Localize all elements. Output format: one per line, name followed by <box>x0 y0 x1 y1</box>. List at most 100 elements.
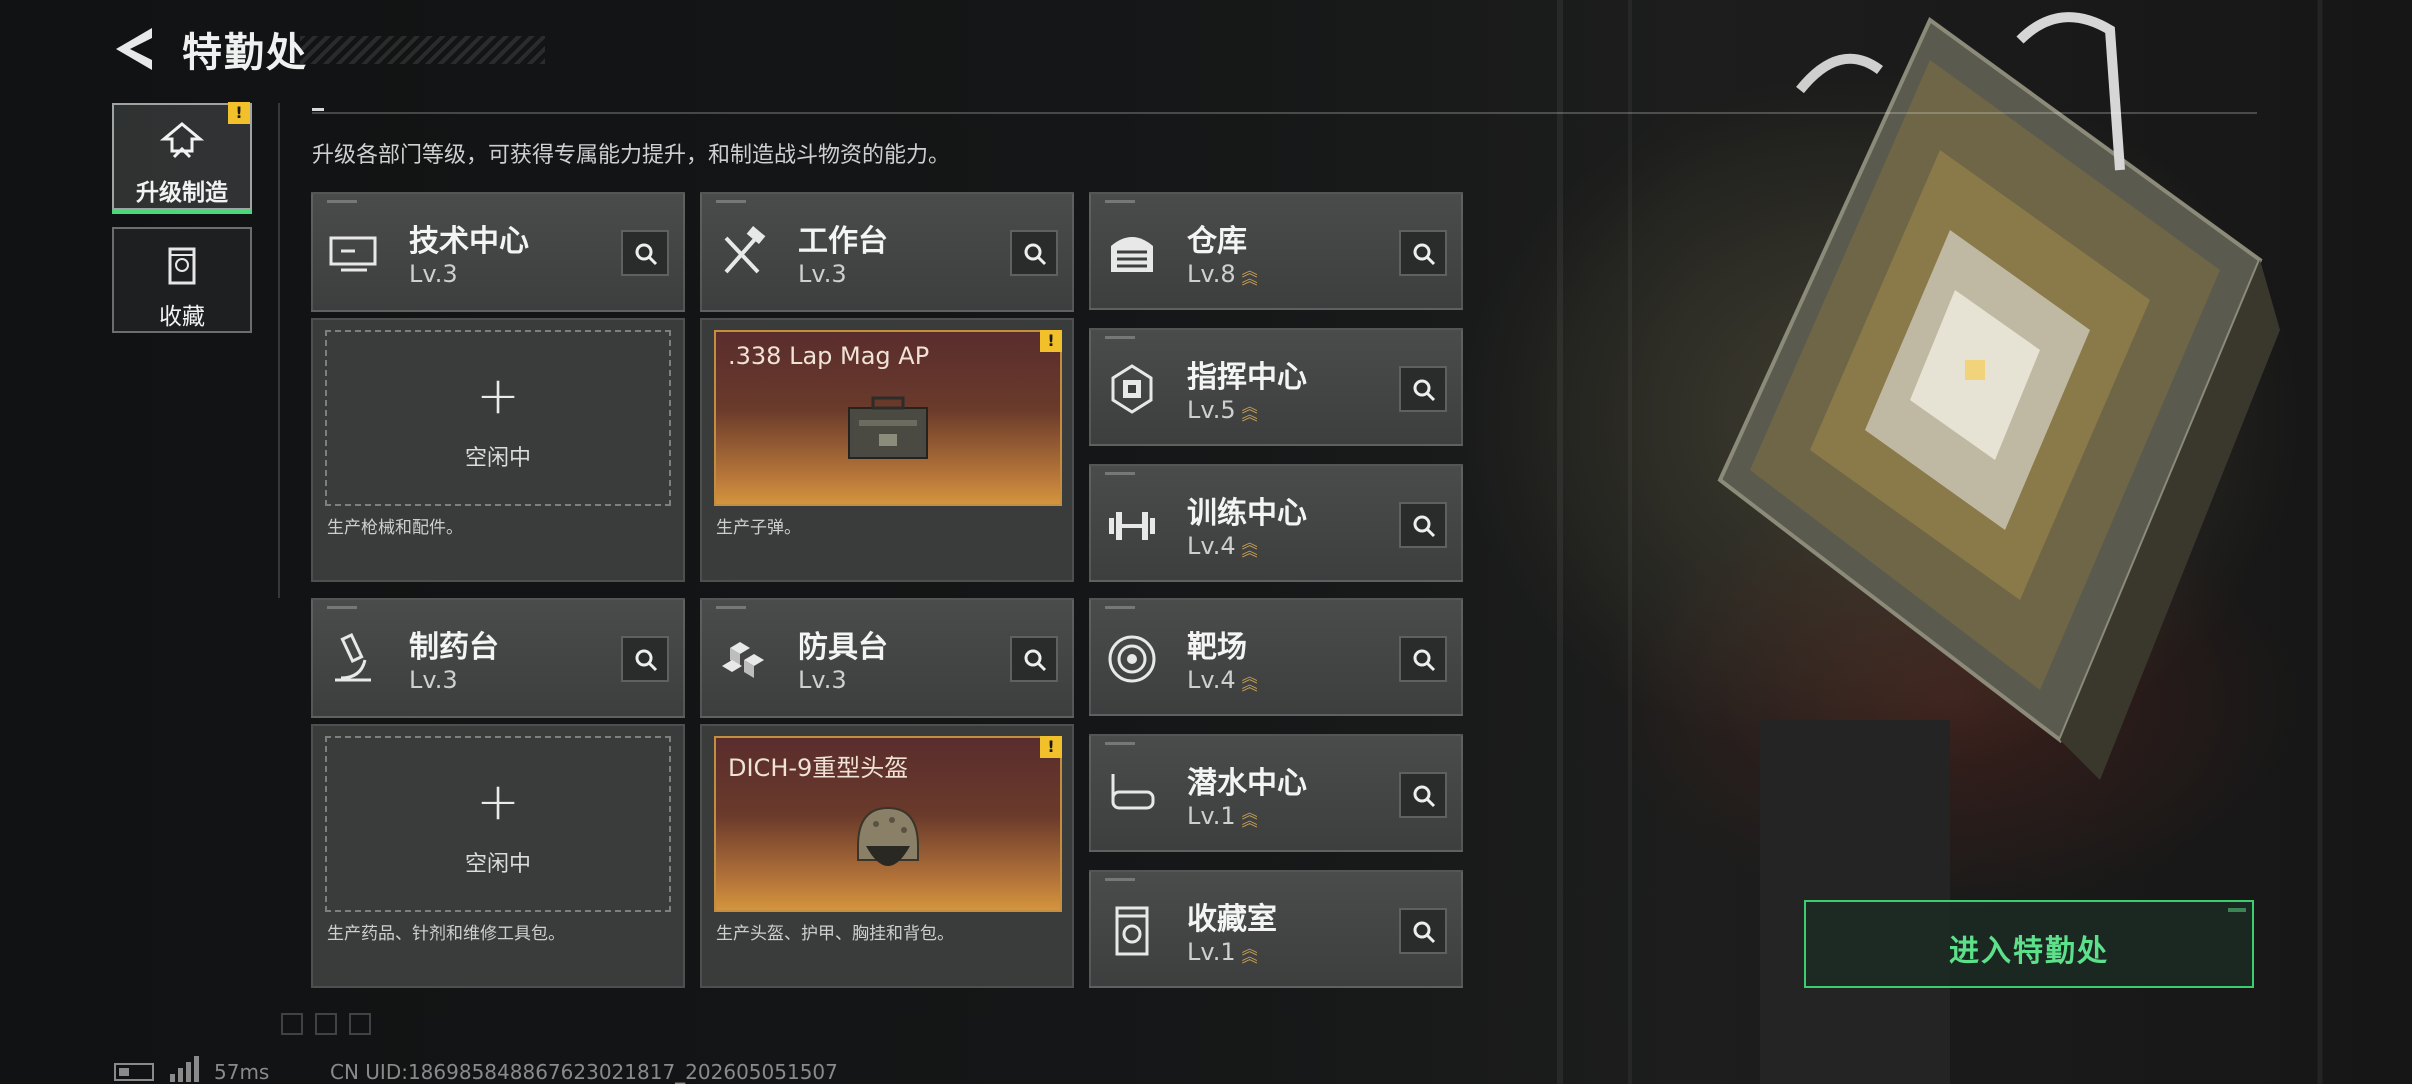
dept-level: Lv.3 <box>409 666 458 694</box>
target-icon <box>1108 635 1156 683</box>
dept-card-armor-bench[interactable]: 防具台 Lv.3 <box>700 598 1074 718</box>
search-button[interactable] <box>621 636 669 682</box>
card-mark <box>327 606 357 609</box>
enter-special-ops-button[interactable]: 进入特勤处 <box>1804 900 2254 988</box>
dept-level: Lv.4 ︽ ︽ <box>1187 666 1258 694</box>
dept-card-command[interactable]: 指挥中心 Lv.5 ︽ ︽ <box>1089 328 1463 446</box>
header-divider-tick <box>312 108 324 111</box>
dept-level-value: Lv.4 <box>1187 532 1236 560</box>
search-icon <box>1024 243 1047 266</box>
dept-level-value: Lv.5 <box>1187 396 1236 424</box>
card-mark <box>716 606 746 609</box>
dept-card-range[interactable]: 靶场 Lv.4 ︽ ︽ <box>1089 598 1463 716</box>
enter-button-label: 进入特勤处 <box>1949 934 2109 969</box>
dept-name: 技术中心 <box>409 224 529 259</box>
page-subtitle: 升级各部门等级，可获得专属能力提升，和制造战斗物资的能力。 <box>312 143 951 168</box>
dept-name: 靶场 <box>1187 630 1247 665</box>
dept-card-diving[interactable]: 潜水中心 Lv.1 ︽ ︽ <box>1089 734 1463 852</box>
level-up-chevron-icon: ︽ ︽ <box>1241 261 1258 288</box>
dept-level-value: Lv.1 <box>1187 938 1236 966</box>
upgrade-icon <box>160 122 204 159</box>
tab-collection-label: 收藏 <box>159 304 205 330</box>
search-button[interactable] <box>1399 772 1447 818</box>
signal-icon <box>170 1056 199 1082</box>
user-uid: CN UID:18698584886762302181​7_2026050515… <box>330 1060 838 1084</box>
search-icon <box>1413 921 1436 944</box>
level-up-chevron-icon: ︽ ︽ <box>1241 803 1258 830</box>
search-icon <box>635 243 658 266</box>
plus-icon: + <box>476 772 520 832</box>
search-button[interactable] <box>1399 908 1447 954</box>
production-desc: 生产药品、针剂和维修工具包。 <box>327 924 565 944</box>
dept-level: Lv.5 ︽ ︽ <box>1187 396 1258 424</box>
production-card-pharmacy[interactable]: + 空闲中 生产药品、针剂和维修工具包。 <box>311 724 685 988</box>
card-mark <box>1105 606 1135 609</box>
dept-card-training[interactable]: 训练中心 Lv.4 ︽ ︽ <box>1089 464 1463 582</box>
search-button[interactable] <box>1010 636 1058 682</box>
dept-name: 潜水中心 <box>1187 766 1307 801</box>
button-corner-mark <box>2228 908 2246 912</box>
sidebar-divider <box>278 103 280 598</box>
tech-center-icon <box>329 236 377 272</box>
dept-level: Lv.4 ︽ ︽ <box>1187 532 1258 560</box>
decorative-squares <box>281 1013 371 1035</box>
search-icon <box>635 649 658 672</box>
card-mark <box>1105 200 1135 203</box>
dept-level: Lv.3 <box>409 260 458 288</box>
production-slot[interactable]: DICH-9重型头盔 ! <box>714 736 1062 912</box>
search-icon <box>1413 649 1436 672</box>
production-card-workbench[interactable]: .338 Lap Mag AP ! 生产子弹。 <box>700 318 1074 582</box>
card-mark <box>1105 878 1135 881</box>
dept-name: 收藏室 <box>1187 902 1277 937</box>
search-button[interactable] <box>1399 230 1447 276</box>
alert-badge: ! <box>228 102 250 124</box>
search-icon <box>1413 379 1436 402</box>
production-desc: 生产枪械和配件。 <box>327 518 463 538</box>
dept-name: 训练中心 <box>1187 496 1307 531</box>
level-up-chevron-icon: ︽ ︽ <box>1241 667 1258 694</box>
dept-name: 制药台 <box>409 630 499 665</box>
dept-level: Lv.1 ︽ ︽ <box>1187 938 1258 966</box>
back-icon[interactable] <box>114 26 154 72</box>
search-icon <box>1413 515 1436 538</box>
tab-collection[interactable]: 收藏 <box>112 227 252 333</box>
battery-icon <box>114 1063 154 1081</box>
dept-card-pharmacy[interactable]: 制药台 Lv.3 <box>311 598 685 718</box>
diving-mask-icon <box>1111 774 1155 810</box>
dept-level: Lv.8 ︽ ︽ <box>1187 260 1258 288</box>
search-button[interactable] <box>1399 366 1447 412</box>
product-name: .338 Lap Mag AP <box>728 342 930 370</box>
dept-card-collection-room[interactable]: 收藏室 Lv.1 ︽ ︽ <box>1089 870 1463 988</box>
search-button[interactable] <box>1399 502 1447 548</box>
slot-status: 空闲中 <box>464 852 531 877</box>
dept-name: 工作台 <box>798 224 888 259</box>
warehouse-icon <box>1111 237 1153 272</box>
dept-level-value: Lv.1 <box>1187 802 1236 830</box>
card-mark <box>1105 472 1135 475</box>
search-button[interactable] <box>621 230 669 276</box>
search-button[interactable] <box>1010 230 1058 276</box>
card-mark <box>1105 742 1135 745</box>
dept-level: Lv.3 <box>798 260 847 288</box>
production-card-armor-bench[interactable]: DICH-9重型头盔 ! 生产头盔、护甲、胸挂和背包。 <box>700 724 1074 988</box>
ammo-box-icon <box>848 396 928 459</box>
dumbbell-icon <box>1109 512 1155 540</box>
product-name: DICH-9重型头盔 <box>728 754 909 782</box>
empty-slot[interactable]: + 空闲中 <box>325 330 671 506</box>
production-card-tech-center[interactable]: + 空闲中 生产枪械和配件。 <box>311 318 685 582</box>
command-chip-icon <box>1111 364 1153 414</box>
search-button[interactable] <box>1399 636 1447 682</box>
dept-card-workbench[interactable]: 工作台 Lv.3 <box>700 192 1074 312</box>
microscope-icon <box>335 633 371 682</box>
helmet-icon <box>857 806 919 866</box>
plus-icon: + <box>476 366 520 426</box>
production-slot[interactable]: .338 Lap Mag AP ! <box>714 330 1062 506</box>
dept-card-warehouse[interactable]: 仓库 Lv.8 ︽ ︽ <box>1089 192 1463 310</box>
dept-card-tech-center[interactable]: 技术中心 Lv.3 <box>311 192 685 312</box>
alert-badge: ! <box>1040 330 1062 352</box>
dept-level: Lv.1 ︽ ︽ <box>1187 802 1258 830</box>
alert-badge: ! <box>1040 736 1062 758</box>
empty-slot[interactable]: + 空闲中 <box>325 736 671 912</box>
dept-level-value: Lv.4 <box>1187 666 1236 694</box>
dept-level: Lv.3 <box>798 666 847 694</box>
